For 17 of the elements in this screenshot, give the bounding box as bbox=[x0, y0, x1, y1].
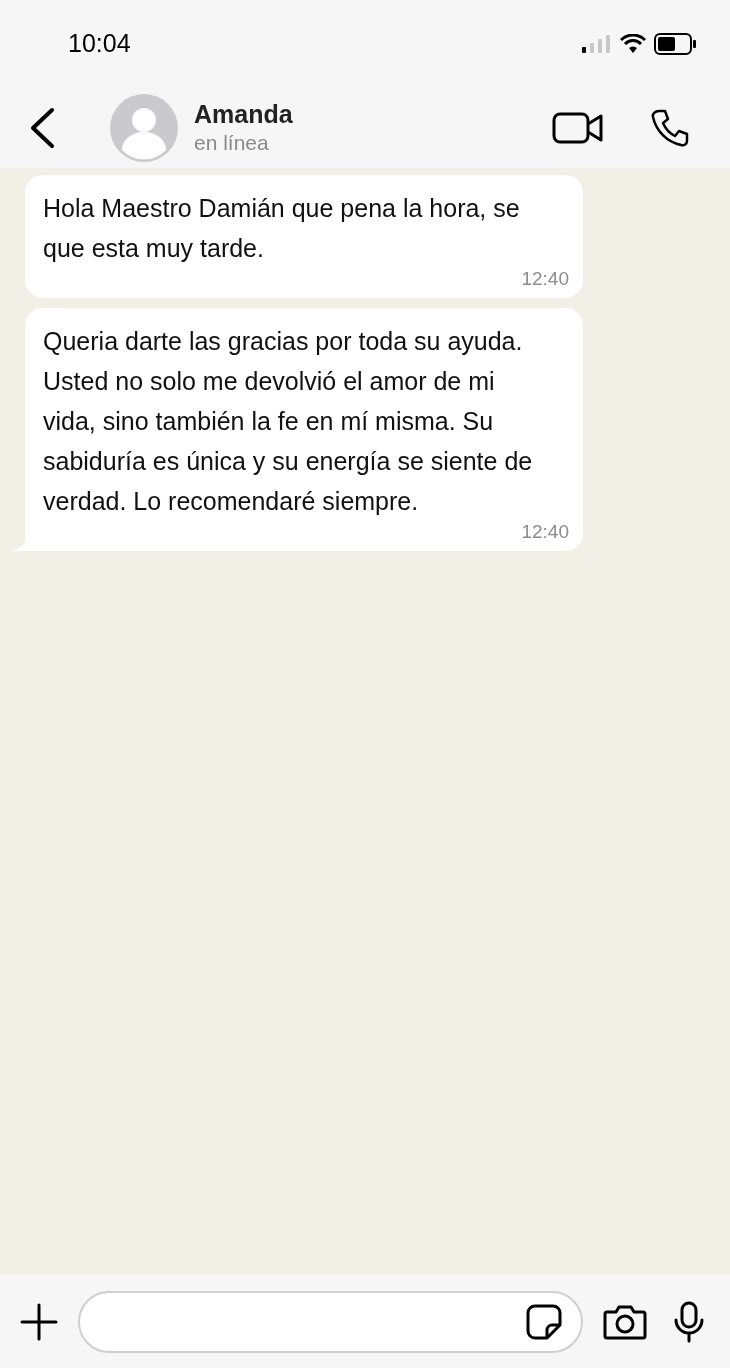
contact-name: Amanda bbox=[194, 99, 293, 129]
battery-icon bbox=[654, 33, 696, 55]
sticker-icon[interactable] bbox=[525, 1302, 563, 1341]
microphone-icon[interactable] bbox=[673, 1300, 705, 1343]
signal-icon bbox=[582, 34, 612, 54]
add-icon[interactable] bbox=[20, 1302, 58, 1341]
camera-icon[interactable] bbox=[603, 1303, 647, 1340]
message-time: 12:40 bbox=[521, 521, 569, 543]
message-text: Queria darte las gracias por toda su ayuda. Usted no solo me devolvió el amor de mi vida, sino también la fe en mí misma. Su sabiduría es única y su energía se siente de verdad. Lo recomendaré siempre. bbox=[43, 326, 534, 517]
status-time: 10:04 bbox=[68, 28, 131, 60]
wifi-icon bbox=[620, 34, 646, 54]
message-text: Hola Maestro Damián que pena la hora, se que esta muy tarde. bbox=[43, 193, 521, 264]
message-time: 12:40 bbox=[521, 268, 569, 290]
video-call-icon[interactable] bbox=[552, 111, 604, 145]
contact-status: en línea bbox=[194, 130, 270, 156]
phone-call-icon[interactable] bbox=[650, 108, 690, 148]
back-icon[interactable] bbox=[28, 107, 56, 149]
